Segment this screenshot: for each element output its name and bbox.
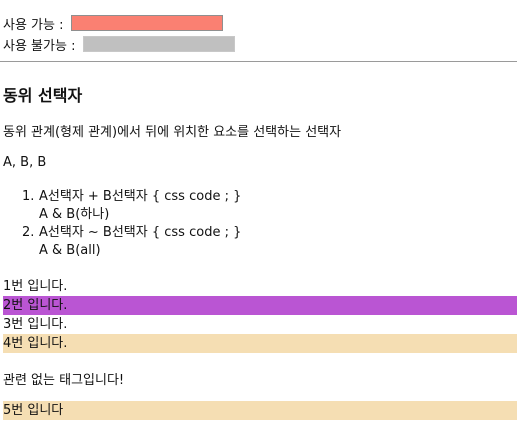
rule-list: 1. A선택자 + B선택자 { css code ; } A & B(하나) … bbox=[0, 188, 241, 260]
unrelated-tag-text: 관련 없는 태그입니다! bbox=[3, 373, 125, 388]
sibling-item-2: 2번 입니다. bbox=[3, 296, 517, 315]
list-item-rule: A선택자 ~ B선택자 { css code ; } bbox=[39, 225, 242, 240]
abc-text: A, B, B bbox=[3, 155, 47, 170]
sibling-item-3: 3번 입니다. bbox=[3, 317, 68, 332]
description-text: 동위 관계(형제 관계)에서 뒤에 위치한 요소를 선택하는 선택자 bbox=[3, 125, 342, 140]
horizontal-rule bbox=[0, 61, 517, 62]
list-item: 2. A선택자 ~ B선택자 { css code ; } A & B(all) bbox=[0, 224, 241, 260]
enabled-input-label: 사용 가능 : bbox=[3, 17, 68, 33]
disabled-input-label: 사용 불가능 : bbox=[3, 38, 80, 54]
sibling-item-4: 4번 입니다. bbox=[3, 334, 517, 353]
list-item-note: A & B(하나) bbox=[39, 207, 110, 222]
sibling-item-5: 5번 입니다 bbox=[3, 401, 517, 420]
list-item-number: 2. bbox=[22, 225, 35, 240]
disabled-input-row: 사용 불가능 : bbox=[3, 34, 235, 54]
disabled-text-input bbox=[82, 36, 235, 52]
enabled-text-input[interactable] bbox=[70, 15, 223, 31]
list-item: 1. A선택자 + B선택자 { css code ; } A & B(하나) bbox=[0, 188, 241, 224]
enabled-input-row: 사용 가능 : bbox=[3, 13, 223, 33]
list-item-rule: A선택자 + B선택자 { css code ; } bbox=[39, 189, 242, 204]
section-heading: 동위 선택자 bbox=[3, 86, 83, 105]
list-item-note: A & B(all) bbox=[39, 243, 101, 258]
list-item-number: 1. bbox=[22, 189, 35, 204]
sibling-item-1: 1번 입니다. bbox=[3, 279, 68, 294]
